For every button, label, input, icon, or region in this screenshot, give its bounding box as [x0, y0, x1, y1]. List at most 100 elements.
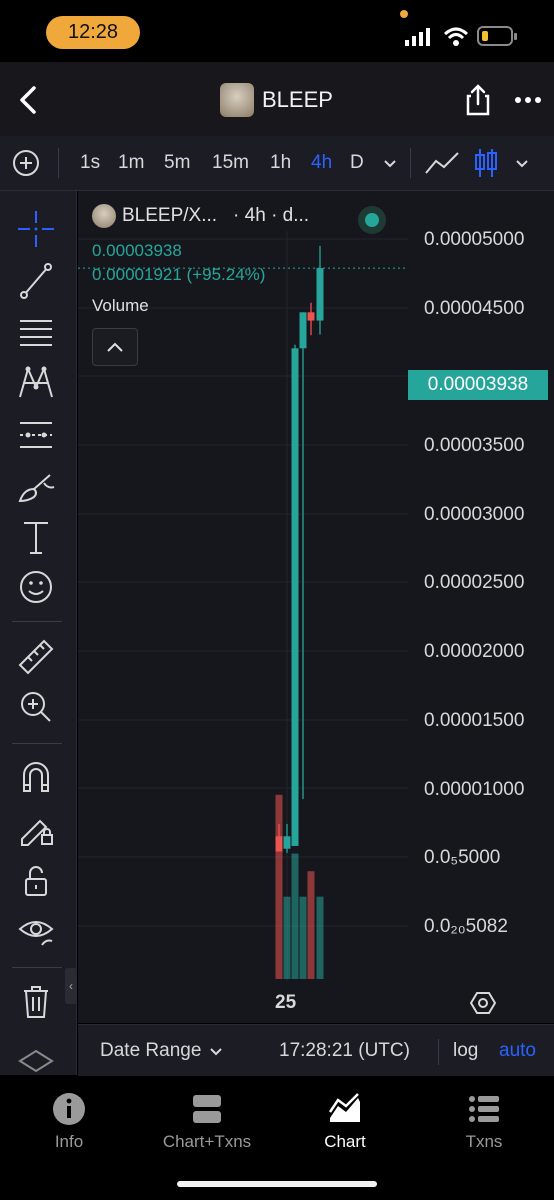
fib-retracement-icon[interactable]: [14, 313, 58, 353]
legend-change: 0.00001921 (+95.24%): [92, 265, 266, 284]
toolbar-divider: [410, 148, 411, 178]
auto-scale-toggle[interactable]: auto: [499, 1025, 536, 1077]
layers-icon[interactable]: [14, 1047, 58, 1075]
volume-bar: [316, 896, 324, 979]
volume-bar: [299, 896, 307, 979]
timeframe-1s[interactable]: 1s: [80, 136, 100, 190]
timeframe-1m[interactable]: 1m: [118, 136, 144, 190]
tools-divider: [12, 743, 62, 744]
chart-settings-button[interactable]: [470, 990, 496, 1016]
tools-divider: [12, 621, 62, 622]
legend-interval: · 4h · d...: [233, 205, 310, 226]
tab-chart-label: Chart: [324, 1132, 366, 1151]
volume-collapse-button[interactable]: [92, 328, 138, 366]
date-range-button[interactable]: Date Range: [100, 1025, 223, 1077]
page-title: BLEEP: [262, 87, 333, 112]
current-price-tag: 0.00003938: [408, 370, 548, 400]
chevron-down-icon: [210, 1048, 223, 1056]
bottom-divider: [438, 1039, 439, 1065]
timeframe-4h[interactable]: 4h: [311, 136, 332, 190]
candle-body: [299, 312, 307, 349]
list-icon: [469, 1096, 499, 1122]
add-indicator-button[interactable]: [12, 149, 40, 177]
share-button[interactable]: [458, 80, 498, 120]
trash-icon[interactable]: [14, 981, 58, 1021]
y-axis-label: 0.00002500: [424, 572, 525, 593]
candlestick-type-icon[interactable]: [472, 147, 500, 179]
tab-chart[interactable]: Chart: [290, 1092, 400, 1152]
tab-info-label: Info: [54, 1132, 84, 1151]
chart-icon: [328, 1093, 360, 1122]
live-status-indicator: [358, 206, 386, 234]
tab-chart-txns[interactable]: Chart+Txns: [152, 1092, 262, 1152]
timeframe-1h[interactable]: 1h: [270, 136, 291, 190]
log-scale-toggle[interactable]: log: [453, 1025, 478, 1077]
y-axis-label: 0.0₅5000: [424, 847, 501, 868]
line-chart-icon[interactable]: [424, 149, 460, 177]
y-axis-label: 0.00004500: [424, 298, 525, 319]
crosshair-icon[interactable]: [14, 209, 58, 249]
date-range-label: Date Range: [100, 1040, 202, 1061]
toolbar-divider: [58, 148, 59, 178]
back-button[interactable]: [8, 80, 48, 120]
prediction-icon[interactable]: [14, 415, 58, 455]
volume-bar: [283, 896, 291, 979]
pattern-icon[interactable]: [14, 363, 58, 403]
chart-bottom-bar: Date Range 17:28:21 (UTC) log auto: [78, 1024, 554, 1077]
y-axis-label: 0.00005000: [424, 229, 525, 250]
volume-bar: [307, 871, 315, 979]
emoji-icon[interactable]: [14, 567, 58, 607]
info-icon: [53, 1093, 85, 1125]
y-axis-label: 0.00001500: [424, 710, 525, 731]
app-header: BLEEP: [0, 62, 554, 136]
x-axis-label: 25: [275, 992, 297, 1013]
legend-price: 0.00003938: [92, 241, 182, 260]
lock-drawings-icon[interactable]: [14, 809, 58, 849]
brush-icon[interactable]: [14, 467, 58, 507]
y-axis-label: 0.00003000: [424, 504, 525, 525]
timeframe-d[interactable]: D: [350, 136, 364, 190]
text-tool-icon[interactable]: [14, 517, 58, 557]
tools-divider: [12, 967, 62, 968]
unlock-icon[interactable]: [14, 861, 58, 901]
utc-clock: 17:28:21 (UTC): [279, 1040, 410, 1061]
chart-toolbar: 1s 1m 5m 15m 1h 4h D: [0, 136, 554, 191]
tab-info[interactable]: Info: [14, 1092, 124, 1152]
trend-line-icon[interactable]: [14, 261, 58, 301]
chart-type-dropdown-icon[interactable]: [514, 155, 530, 171]
timeframe-15m[interactable]: 15m: [212, 136, 249, 190]
timeframe-dropdown-icon[interactable]: [382, 155, 398, 171]
home-indicator: [177, 1181, 377, 1187]
visibility-icon[interactable]: [14, 911, 58, 951]
chart-txns-icon: [193, 1095, 221, 1123]
candle-body: [275, 836, 283, 852]
more-options-button[interactable]: [508, 80, 548, 120]
y-axis-label: 0.0₂₀5082: [424, 916, 508, 937]
candle-body: [291, 348, 299, 846]
drawing-tools-panel: [0, 191, 77, 1075]
y-axis-label: 0.00001000: [424, 779, 525, 800]
chevron-up-icon: [107, 342, 123, 352]
battery-icon: [477, 26, 517, 46]
candle-body: [283, 836, 291, 849]
privacy-indicator-dot: [400, 10, 408, 18]
status-bar: 12:28: [0, 0, 554, 62]
timeframe-5m[interactable]: 5m: [164, 136, 190, 190]
chart-legend: BLEEP/X... · 4h · d...: [92, 204, 309, 228]
token-header: BLEEP: [220, 82, 333, 118]
collapse-panel-handle[interactable]: ‹: [65, 968, 77, 1004]
magnet-icon[interactable]: [14, 757, 58, 797]
volume-bar: [291, 853, 299, 979]
candle-body: [307, 312, 315, 321]
y-axis-label: 0.00003500: [424, 435, 525, 456]
candle-body: [316, 268, 324, 321]
y-axis-label: 0.00002000: [424, 641, 525, 662]
volume-bar: [275, 794, 283, 979]
symbol-logo: [92, 204, 116, 228]
zoom-in-icon[interactable]: [14, 687, 58, 727]
token-logo: [220, 83, 254, 117]
tab-txns[interactable]: Txns: [429, 1092, 539, 1152]
volume-label: Volume: [92, 296, 149, 315]
tab-txns-label: Txns: [465, 1132, 503, 1151]
ruler-icon[interactable]: [14, 635, 58, 675]
